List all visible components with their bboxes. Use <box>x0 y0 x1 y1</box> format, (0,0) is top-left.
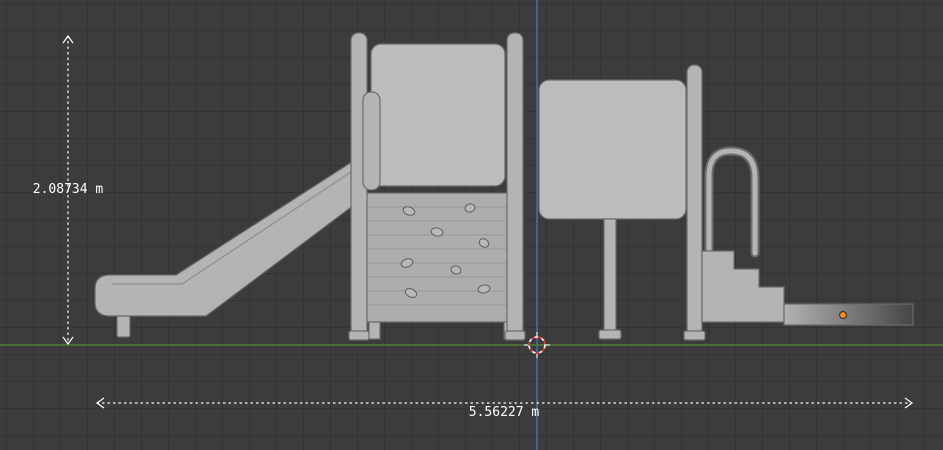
height-measurement-label[interactable]: 2.08734 m <box>33 182 104 197</box>
wall-foot[interactable] <box>368 321 381 340</box>
center-post[interactable] <box>603 218 617 335</box>
viewport-3d[interactable]: 2.08734 m 5.56227 m <box>0 0 943 450</box>
platform-tower[interactable] <box>538 64 706 341</box>
post-foot[interactable] <box>504 330 526 341</box>
object-origin-dot[interactable] <box>838 310 848 320</box>
walkway-ramp[interactable] <box>783 303 914 326</box>
stair-steps[interactable] <box>701 250 785 323</box>
playground-model[interactable] <box>94 32 914 341</box>
post-foot[interactable] <box>348 330 370 341</box>
stair-handrail-outline[interactable] <box>704 146 760 258</box>
handrail-loop[interactable] <box>362 91 381 191</box>
climbing-wall[interactable] <box>361 192 524 323</box>
scene-svg: 2.08734 m 5.56227 m <box>0 0 943 450</box>
slide-foot[interactable] <box>116 315 131 338</box>
tower-panel[interactable] <box>370 43 506 187</box>
tower-post-far-right[interactable] <box>686 64 703 336</box>
post-foot[interactable] <box>683 330 706 341</box>
width-measurement-label[interactable]: 5.56227 m <box>469 405 540 420</box>
tower-post-right[interactable] <box>506 32 524 337</box>
stair-handrail[interactable] <box>706 148 758 256</box>
post-foot[interactable] <box>598 329 622 340</box>
stairs-assembly[interactable] <box>701 146 914 326</box>
climb-tower[interactable] <box>348 32 526 341</box>
platform-panel[interactable] <box>538 79 687 220</box>
slide-body[interactable] <box>94 156 359 317</box>
